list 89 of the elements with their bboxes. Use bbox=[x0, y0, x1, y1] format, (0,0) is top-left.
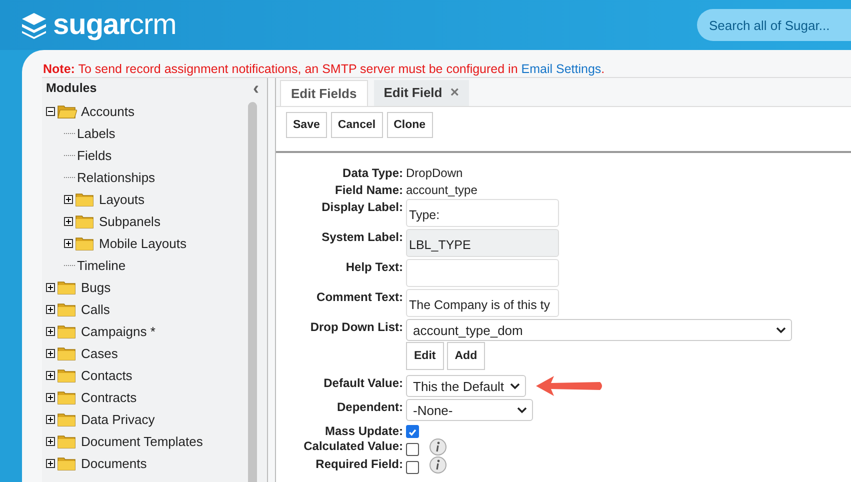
folder-icon bbox=[75, 236, 95, 250]
folder-icon bbox=[57, 368, 77, 382]
stacked-layers-icon bbox=[20, 11, 48, 39]
expand-toggle-icon[interactable] bbox=[46, 282, 55, 292]
tree-item[interactable]: Subpanels bbox=[99, 214, 160, 228]
field-value: account_type bbox=[406, 182, 478, 197]
folder-icon bbox=[57, 280, 77, 294]
toolbar-button[interactable]: Clone bbox=[386, 112, 433, 138]
expand-toggle-icon[interactable] bbox=[46, 392, 55, 402]
tree-item[interactable]: Campaigns * bbox=[81, 324, 156, 338]
field-label: Calculated Value: bbox=[302, 438, 403, 453]
expand-toggle-icon[interactable] bbox=[46, 326, 55, 336]
folder-icon bbox=[57, 434, 77, 448]
tree-item[interactable]: Cases bbox=[81, 346, 118, 360]
chevron-down-icon bbox=[776, 326, 786, 334]
checkbox[interactable] bbox=[406, 442, 419, 456]
info-icon[interactable] bbox=[429, 438, 447, 456]
field-label: Mass Update: bbox=[324, 423, 403, 438]
splitter-handle[interactable] bbox=[267, 78, 276, 482]
chevron-down-icon bbox=[510, 382, 520, 390]
tree-item[interactable]: Timeline bbox=[77, 258, 126, 272]
chevron-down-icon bbox=[517, 406, 527, 414]
field-label: Field Name: bbox=[334, 182, 403, 197]
expand-toggle-icon[interactable] bbox=[46, 436, 55, 446]
folder-icon bbox=[57, 302, 77, 316]
tree-item[interactable]: Labels bbox=[77, 126, 116, 140]
field-label: Display Label: bbox=[320, 199, 403, 214]
search-field[interactable]: Search all of Sugar... bbox=[697, 9, 851, 41]
folder-icon bbox=[57, 456, 77, 470]
expand-toggle-icon[interactable] bbox=[64, 194, 73, 204]
logo-wordmark: sugarcrm bbox=[53, 8, 176, 42]
folder-icon bbox=[57, 412, 77, 426]
tree-item[interactable]: Fields bbox=[77, 148, 112, 162]
text-field[interactable]: Type: bbox=[406, 199, 559, 227]
list-button[interactable]: Add bbox=[446, 342, 486, 370]
scrollbar[interactable] bbox=[248, 102, 257, 482]
expand-toggle-icon[interactable] bbox=[46, 458, 55, 468]
tree-item[interactable]: Bugs bbox=[81, 280, 111, 294]
tree-item[interactable]: Documents bbox=[81, 456, 147, 470]
checkbox[interactable] bbox=[406, 460, 419, 474]
folder-icon bbox=[75, 214, 95, 228]
folder-icon bbox=[75, 192, 95, 206]
close-icon[interactable]: × bbox=[450, 84, 459, 101]
expand-toggle-icon[interactable] bbox=[46, 414, 55, 424]
folder-icon bbox=[57, 324, 77, 338]
expand-toggle-icon[interactable] bbox=[46, 370, 55, 380]
expand-toggle-icon[interactable] bbox=[64, 238, 73, 248]
expand-toggle-icon[interactable] bbox=[64, 216, 73, 226]
field-label: Required Field: bbox=[314, 456, 403, 471]
field-label: Comment Text: bbox=[316, 289, 403, 304]
field-label: Dependent: bbox=[336, 399, 403, 414]
tree-item[interactable]: Contracts bbox=[81, 390, 137, 404]
text-field[interactable] bbox=[406, 259, 559, 287]
tree-item[interactable]: Relationships bbox=[77, 170, 156, 184]
email-settings-link[interactable]: Email Settings bbox=[521, 62, 602, 76]
field-label: Data Type: bbox=[342, 165, 403, 180]
field-label: System Label: bbox=[320, 229, 403, 244]
panel-title: Modules bbox=[46, 81, 97, 95]
dropdown-select[interactable]: This the Default bbox=[406, 375, 526, 397]
field-value: DropDown bbox=[406, 165, 463, 180]
checkbox[interactable] bbox=[406, 425, 419, 438]
toolbar-button[interactable]: Save bbox=[286, 112, 327, 138]
dropdown-select[interactable]: account_type_dom bbox=[406, 319, 792, 341]
list-button[interactable]: Edit bbox=[406, 342, 444, 370]
expand-toggle-icon[interactable] bbox=[46, 348, 55, 358]
tree-item[interactable]: Contacts bbox=[81, 368, 132, 382]
open-folder-icon bbox=[57, 104, 77, 118]
tab[interactable]: Edit Field × bbox=[374, 80, 469, 106]
tree-item[interactable]: Layouts bbox=[99, 192, 145, 206]
collapse-toggle[interactable]: ‹ bbox=[253, 78, 259, 98]
notification-note: Note: To send record assignment notifications, an SMTP server must be configured in Email Settings. bbox=[43, 62, 606, 76]
info-icon[interactable] bbox=[429, 456, 447, 474]
tree-item[interactable]: Mobile Layouts bbox=[99, 236, 186, 250]
field-label: Default Value: bbox=[322, 375, 403, 390]
annotation-arrow bbox=[536, 375, 604, 397]
tab[interactable]: Edit Fields bbox=[280, 80, 368, 106]
folder-icon bbox=[57, 390, 77, 404]
tree-item[interactable]: Accounts bbox=[81, 104, 134, 118]
text-field[interactable]: The Company is of this ty bbox=[406, 289, 559, 317]
expand-toggle-icon[interactable] bbox=[46, 304, 55, 314]
toolbar-button[interactable]: Cancel bbox=[330, 112, 383, 138]
tree-item[interactable]: Calls bbox=[81, 302, 110, 316]
field-label: Drop Down List: bbox=[309, 319, 403, 334]
tree-item[interactable]: Data Privacy bbox=[81, 412, 155, 426]
field-label: Help Text: bbox=[344, 259, 403, 274]
dropdown-select[interactable]: -None- bbox=[406, 399, 533, 421]
tree-item[interactable]: Document Templates bbox=[81, 434, 203, 448]
expand-toggle-icon[interactable] bbox=[46, 106, 55, 116]
folder-icon bbox=[57, 346, 77, 360]
